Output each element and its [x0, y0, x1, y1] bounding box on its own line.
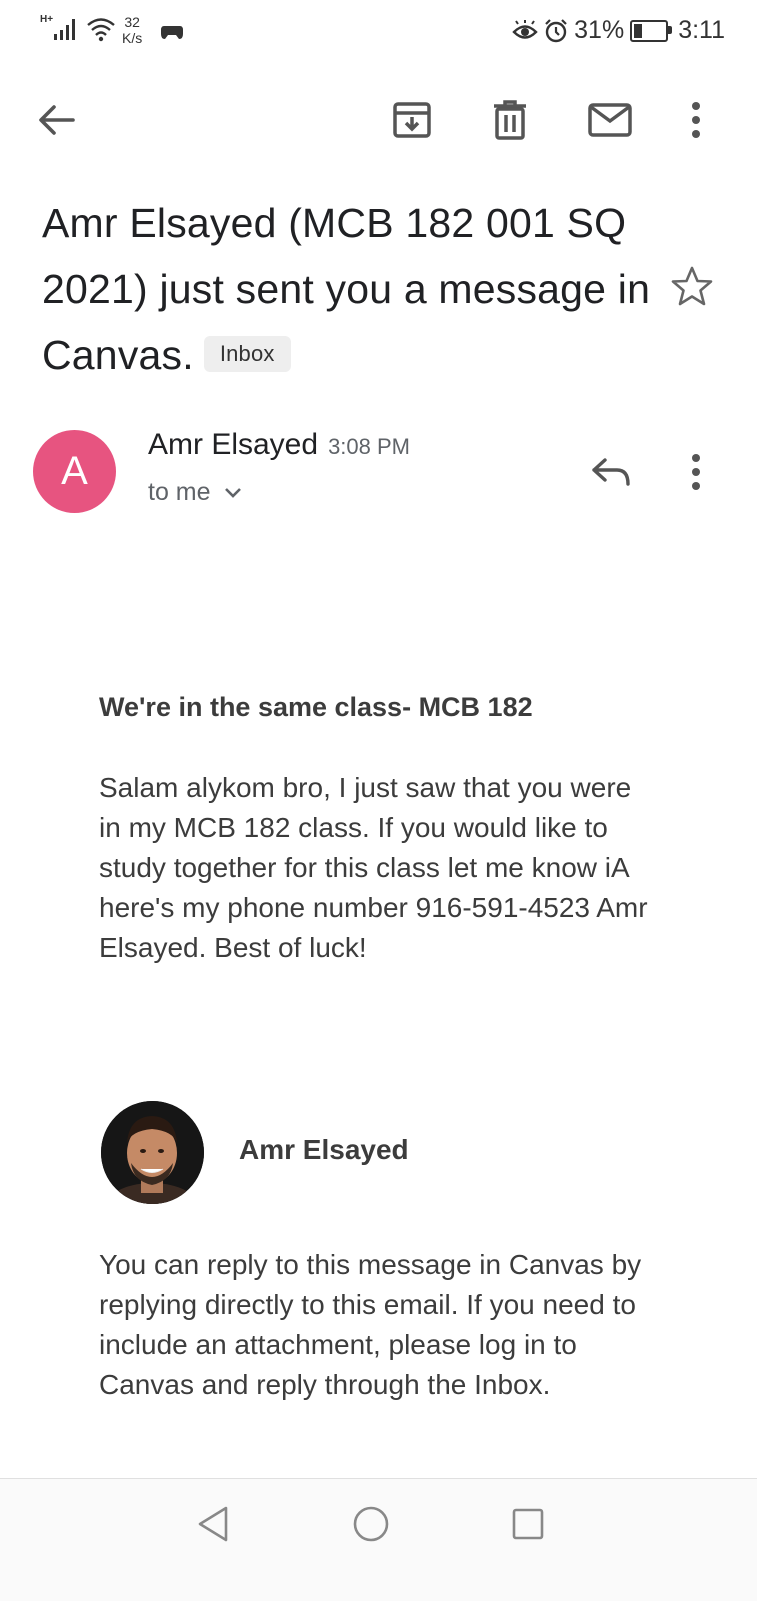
star-button[interactable]	[668, 262, 716, 310]
signal-icon	[54, 19, 75, 40]
message-body: Salam alykom bro, I just saw that you we…	[99, 772, 648, 963]
canvas-reply-notice: You can reply to this message in Canvas …	[99, 1249, 642, 1400]
back-button[interactable]	[30, 96, 82, 144]
more-options-button[interactable]	[676, 96, 716, 144]
system-nav-bar	[0, 1478, 757, 1601]
nav-back-button[interactable]	[188, 1499, 238, 1549]
avatar-initial: A	[61, 449, 88, 493]
subject-text: Amr Elsayed (MCB 182 001 SQ 2021) just s…	[42, 200, 651, 378]
arrow-left-icon	[39, 105, 75, 135]
triangle-back-icon	[198, 1506, 228, 1542]
sender-line: Amr Elsayed 3:08 PM	[148, 428, 410, 462]
circle-home-icon	[353, 1506, 389, 1542]
square-recents-icon	[512, 1508, 544, 1540]
profile-photo	[101, 1101, 204, 1204]
message-title: We're in the same class- MCB 182	[99, 692, 533, 722]
chevron-down-icon	[224, 487, 241, 498]
network-speed: 32 K/s	[122, 14, 143, 46]
message-more-button[interactable]	[676, 450, 716, 494]
battery-percent: 31%	[574, 16, 625, 44]
signature-name: Amr Elsayed	[239, 1134, 409, 1165]
sent-time: 3:08 PM	[328, 434, 410, 459]
mail-icon	[588, 103, 632, 137]
battery-icon	[630, 19, 673, 42]
nav-recents-button[interactable]	[503, 1499, 553, 1549]
delete-button[interactable]	[486, 96, 534, 144]
archive-icon	[393, 102, 431, 138]
wifi-icon	[87, 18, 115, 42]
sender-avatar[interactable]: A	[33, 430, 116, 513]
more-vert-icon	[692, 454, 700, 490]
reply-button[interactable]	[586, 448, 636, 496]
eye-comfort-icon	[512, 19, 538, 39]
status-bar: H+ 32 K/s 31% 3:11	[0, 0, 757, 64]
trash-icon	[494, 100, 526, 140]
battery-level-fill	[634, 23, 643, 38]
status-right: 31% 3:11	[512, 16, 725, 45]
sender-name: Amr Elsayed	[148, 428, 319, 461]
sender-profile-photo	[101, 1101, 204, 1204]
status-time: 3:11	[678, 16, 725, 44]
alarm-icon	[545, 18, 567, 42]
reply-icon	[592, 458, 630, 486]
recipient-toggle[interactable]: to me	[148, 478, 243, 507]
email-subject: Amr Elsayed (MCB 182 001 SQ 2021) just s…	[42, 190, 652, 388]
more-vert-icon	[692, 102, 700, 138]
inbox-label-chip[interactable]: Inbox	[203, 336, 291, 373]
game-controller-icon	[161, 26, 183, 39]
nav-home-button[interactable]	[346, 1499, 396, 1549]
star-icon	[671, 266, 713, 306]
archive-button[interactable]	[388, 96, 436, 144]
mark-unread-button[interactable]	[584, 96, 636, 144]
recipient-label: to me	[148, 478, 211, 506]
